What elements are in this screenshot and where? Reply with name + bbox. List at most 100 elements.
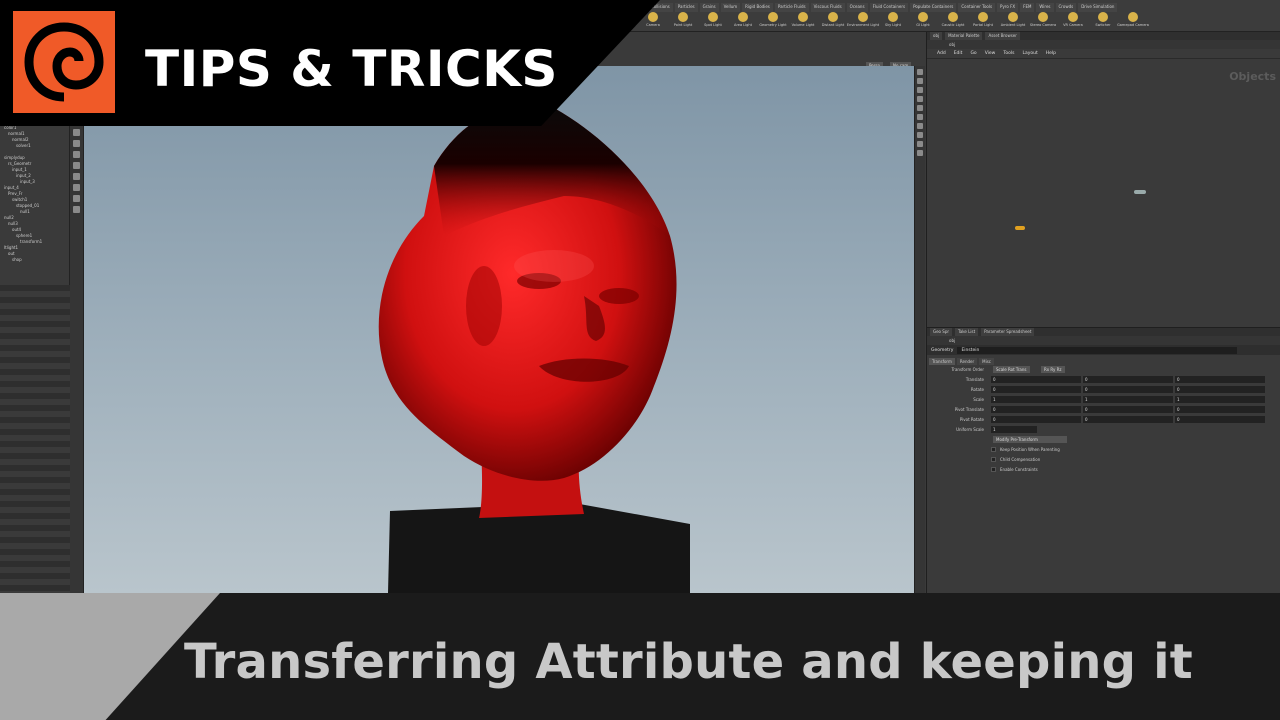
parameter-field[interactable]: 0 (991, 386, 1081, 393)
shelf-tool-label: Point Light (673, 23, 693, 27)
shelf-tab[interactable]: FEM (1020, 3, 1035, 12)
network-path[interactable]: obj (927, 40, 1280, 49)
shelf-tool-button[interactable]: Caustic Light (940, 12, 966, 27)
shelf-tool-button[interactable]: Spot Light (700, 12, 726, 27)
parameter-field[interactable]: 0 (1083, 376, 1173, 383)
network-tab[interactable]: Asset Browser (985, 32, 1020, 40)
shading-icon[interactable] (917, 78, 923, 84)
shelf-tool-button[interactable]: Environment Light (847, 12, 879, 27)
section-tab[interactable]: Transform (929, 358, 955, 365)
ghost-icon[interactable] (917, 105, 923, 111)
section-tab[interactable]: Render (956, 358, 978, 365)
3d-viewport[interactable] (84, 66, 914, 593)
shelf-tab[interactable]: Vellum (720, 3, 741, 12)
parameter-tab[interactable]: Geo Spr (930, 328, 953, 336)
select-tool-icon[interactable] (73, 129, 80, 136)
snap-tool-icon[interactable] (73, 206, 80, 213)
network-tab[interactable]: obj (930, 32, 943, 40)
points-icon[interactable] (917, 132, 923, 138)
modify-pre-transform-button[interactable]: Modify Pre-Transform (993, 436, 1067, 443)
parameter-field[interactable]: 0 (1083, 406, 1173, 413)
checkbox[interactable] (991, 447, 996, 452)
light-node[interactable] (1015, 226, 1025, 230)
shelf-tab[interactable]: Viscous Fluids (810, 3, 845, 12)
parameter-field[interactable]: 0 (991, 376, 1081, 383)
bbox-icon[interactable] (917, 150, 923, 156)
shelf-tab[interactable]: Rigid Bodies (742, 3, 773, 12)
shelf-tool-button[interactable]: Volume Light (790, 12, 816, 27)
display-options-icon[interactable] (917, 69, 923, 75)
network-menu-item[interactable]: Help (1046, 49, 1056, 58)
network-node[interactable] (1134, 190, 1146, 194)
pose-tool-icon[interactable] (73, 184, 80, 191)
parameter-field[interactable]: 0 (1175, 376, 1265, 383)
parameter-path[interactable]: obj (927, 336, 1280, 345)
network-menu-item[interactable]: Tools (1003, 49, 1014, 58)
parameter-field[interactable]: 0 (1083, 416, 1173, 423)
node-name-field[interactable]: Einstein (957, 346, 1238, 354)
move-tool-icon[interactable] (73, 140, 80, 147)
shelf-tool-button[interactable]: Portal Light (970, 12, 996, 27)
shelf-tool-button[interactable]: Distant Light (820, 12, 846, 27)
parameter-field[interactable]: 0 (991, 416, 1081, 423)
rotate-tool-icon[interactable] (73, 151, 80, 158)
parameter-tab[interactable]: Parameter Spreadsheet (981, 328, 1035, 336)
shelf-tool-button[interactable]: Ambient Light (1000, 12, 1026, 27)
shelf-tool-button[interactable]: Stereo Camera (1030, 12, 1056, 27)
parameter-field[interactable]: 1 (991, 396, 1081, 403)
network-menu-item[interactable]: Layout (1022, 49, 1037, 58)
wireframe-icon[interactable] (917, 96, 923, 102)
normals-icon[interactable] (917, 141, 923, 147)
shelf-tab[interactable]: Particle Fluids (774, 3, 809, 12)
parameter-field[interactable]: 0 (1175, 386, 1265, 393)
shelf-tab[interactable]: Grains (699, 3, 719, 12)
parameter-label: Translate (965, 377, 984, 382)
section-tab[interactable]: Misc (979, 358, 995, 365)
shelf-tab[interactable]: Drive Simulation (1078, 3, 1118, 12)
shelf-tool-button[interactable]: Area Light (730, 12, 756, 27)
parameter-field[interactable]: 1 (1175, 396, 1265, 403)
shelf-tab[interactable]: Container Tools (958, 3, 996, 12)
network-tab[interactable]: Material Palette (945, 32, 983, 40)
checkbox[interactable] (991, 467, 996, 472)
parameter-field[interactable]: 0 (1175, 406, 1265, 413)
checkbox-label: Keep Position When Parenting (1000, 447, 1060, 452)
shelf-tab[interactable]: Fluid Containers (869, 3, 909, 12)
view-tool-icon[interactable] (73, 195, 80, 202)
shelf-tool-button[interactable]: Gamepad Camera (1117, 12, 1149, 27)
shelf-tool-button[interactable]: GI Light (910, 12, 936, 27)
parameter-field[interactable]: 0 (991, 406, 1081, 413)
shelf-tool-button[interactable]: Point Light (670, 12, 696, 27)
shelf-tool-button[interactable]: Sky Light (880, 12, 906, 27)
transform-order-menu[interactable]: Scale Rot Trans (993, 366, 1030, 373)
network-menu-item[interactable]: Edit (954, 49, 963, 58)
parameter-tab[interactable]: Take List (955, 328, 979, 336)
shelf-tab[interactable]: Wires (1036, 3, 1054, 12)
shelf-tool-button[interactable]: Geometry Light (759, 12, 787, 27)
shelf-tab[interactable]: Crowds (1055, 3, 1077, 12)
shelf-tool-button[interactable]: Switcher (1090, 12, 1116, 27)
parameter-field[interactable]: 0 (1175, 416, 1265, 423)
checkbox[interactable] (991, 457, 996, 462)
shelf-tab[interactable]: Populate Containers (910, 3, 957, 12)
network-menu-item[interactable]: Add (937, 49, 946, 58)
rotation-order-menu[interactable]: Rx Ry Rz (1041, 366, 1065, 373)
shelf-tab[interactable]: Particles (674, 3, 698, 12)
parameter-row: Rotate 0 0 0 (927, 385, 1280, 395)
grid-icon[interactable] (917, 123, 923, 129)
parameter-field[interactable]: 0 (1083, 386, 1173, 393)
tree-item[interactable]: shop (0, 257, 69, 263)
checkbox-row: Child Compensation (927, 455, 1280, 465)
parameter-field[interactable]: 1 (1083, 396, 1173, 403)
scale-tool-icon[interactable] (73, 162, 80, 169)
network-menu-item[interactable]: View (985, 49, 996, 58)
shelf-tab[interactable]: Pyro FX (997, 3, 1019, 12)
shelf-tab[interactable]: Oceans (846, 3, 868, 12)
handle-tool-icon[interactable] (73, 173, 80, 180)
camera-icon[interactable] (917, 114, 923, 120)
tree-empty-rows (0, 285, 70, 593)
lighting-icon[interactable] (917, 87, 923, 93)
uniform-scale-field[interactable]: 1 (991, 426, 1037, 433)
network-menu-item[interactable]: Go (970, 49, 976, 58)
shelf-tool-button[interactable]: VR Camera (1060, 12, 1086, 27)
